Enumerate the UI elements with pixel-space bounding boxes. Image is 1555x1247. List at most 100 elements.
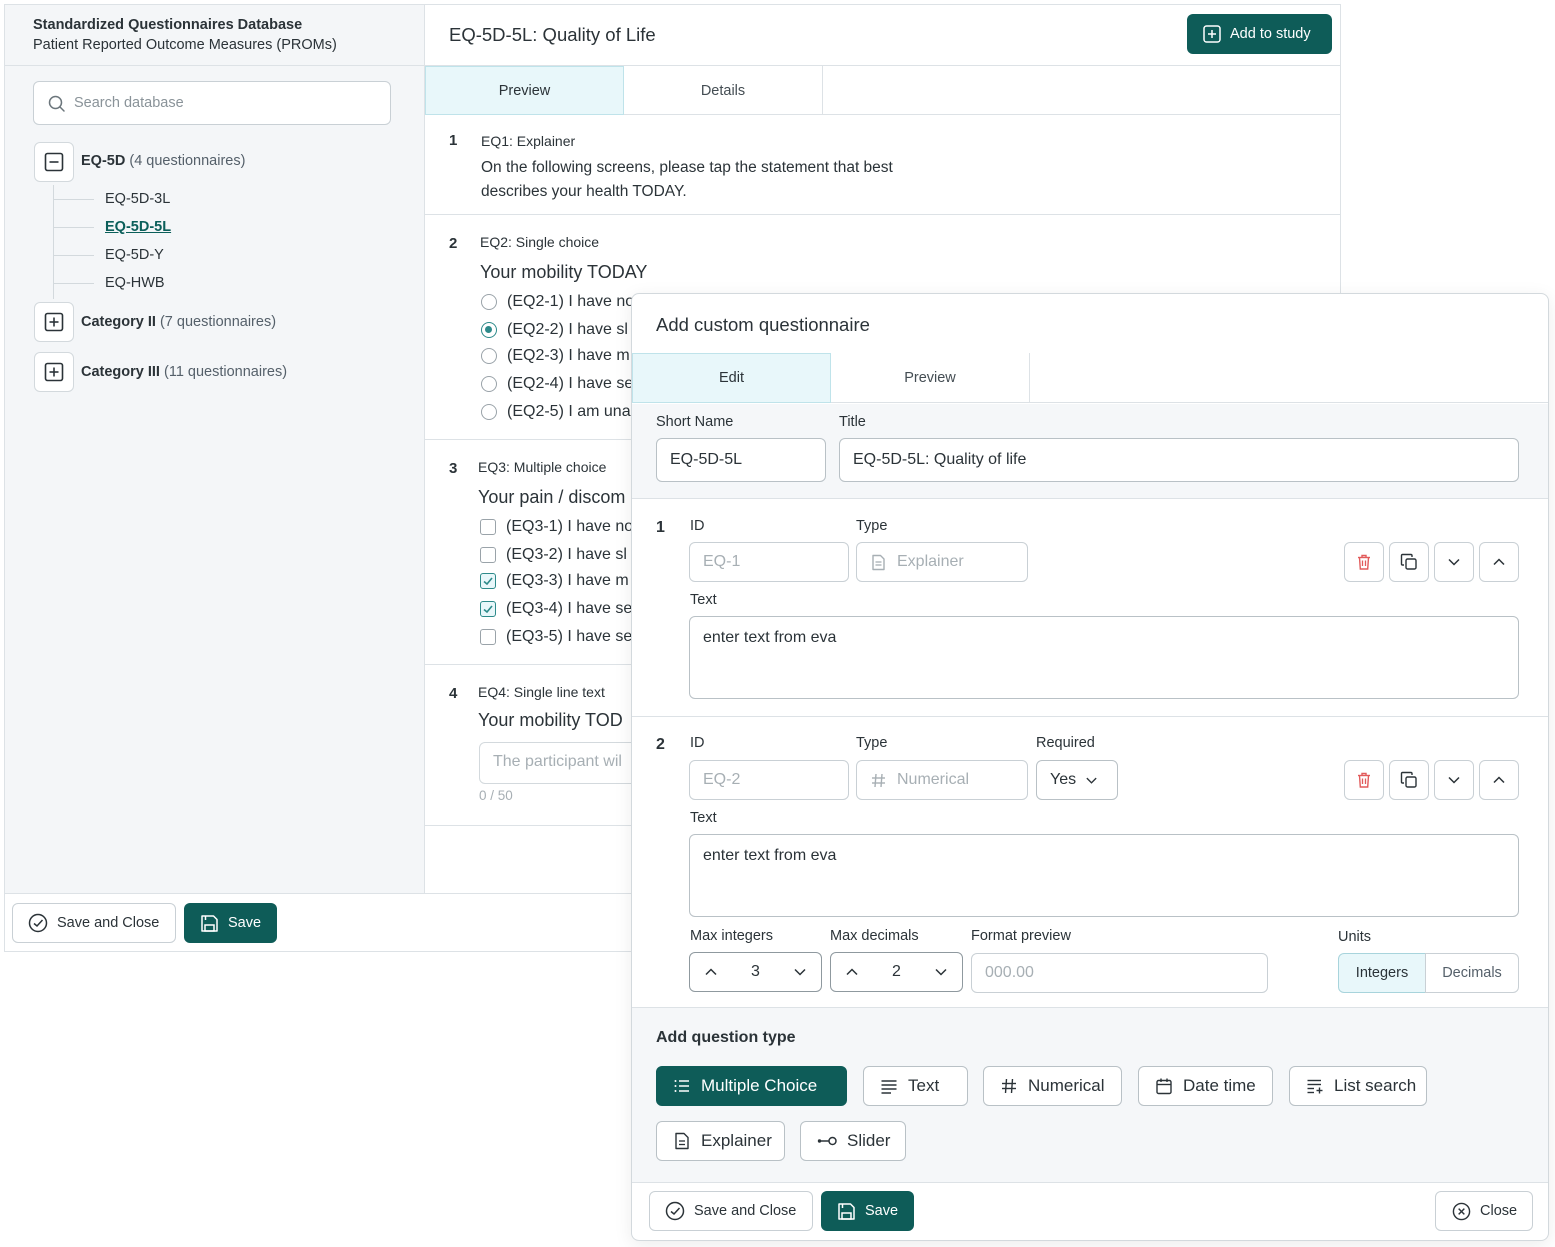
item-type-value: Explainer — [897, 553, 964, 570]
radio-button[interactable] — [481, 348, 497, 364]
radio-option[interactable]: (EQ2-4) I have se — [481, 375, 633, 393]
tree-item-eq5d-3l[interactable]: EQ-5D-3L — [105, 191, 170, 207]
move-up-button[interactable] — [1479, 542, 1519, 582]
add-date-time-button[interactable]: Date time — [1138, 1066, 1273, 1106]
item-type-select[interactable]: Explainer — [856, 542, 1028, 582]
tree-item-eq5d-5l[interactable]: EQ-5D-5L — [105, 219, 171, 235]
title-input[interactable]: EQ-5D-5L: Quality of life — [839, 438, 1519, 482]
checkbox-option[interactable]: (EQ3-3) I have m — [480, 572, 629, 590]
tab-preview[interactable]: Preview — [831, 353, 1030, 403]
chevron-down-icon — [1447, 555, 1461, 569]
max-decimals-label: Max decimals — [830, 928, 919, 944]
radio-option[interactable]: (EQ2-5) I am una — [481, 403, 631, 421]
radio-option[interactable]: (EQ2-3) I have m — [481, 347, 630, 365]
question-number: 1 — [449, 132, 458, 149]
chevron-up-icon[interactable] — [845, 965, 859, 979]
required-label: Required — [1036, 735, 1095, 751]
checkbox-option[interactable]: (EQ3-4) I have se — [480, 600, 632, 618]
radio-button-selected[interactable] — [481, 322, 497, 338]
add-list-search-button[interactable]: List search — [1289, 1066, 1427, 1106]
save-and-close-button[interactable]: Save and Close — [649, 1191, 813, 1231]
move-up-button[interactable] — [1479, 760, 1519, 800]
tree-group-category-ii[interactable]: Category II (7 questionnaires) — [81, 314, 276, 330]
radio-button[interactable] — [481, 404, 497, 420]
plus-square-icon — [44, 362, 64, 382]
checkbox[interactable] — [480, 519, 496, 535]
add-to-study-button[interactable]: Add to study — [1187, 14, 1332, 54]
tree-connector — [54, 283, 94, 284]
item-id-input[interactable]: EQ-2 — [689, 760, 849, 800]
chevron-up-icon[interactable] — [704, 965, 718, 979]
checkbox-option[interactable]: (EQ3-5) I have se — [480, 628, 632, 646]
add-explainer-button[interactable]: Explainer — [656, 1121, 785, 1161]
max-decimals-stepper[interactable]: 2 — [830, 952, 963, 992]
save-button[interactable]: Save — [184, 903, 277, 943]
option-label: (EQ2-4) I have se — [507, 375, 634, 392]
checkbox[interactable] — [480, 629, 496, 645]
duplicate-item-button[interactable] — [1389, 542, 1429, 582]
search-field[interactable] — [33, 81, 391, 125]
add-slider-button[interactable]: Slider — [800, 1121, 906, 1161]
document-icon — [870, 554, 887, 571]
checkbox[interactable] — [480, 547, 496, 563]
checkbox-checked[interactable] — [480, 573, 496, 589]
expand-category-iii-button[interactable] — [34, 352, 74, 392]
chevron-up-icon — [1492, 773, 1506, 787]
floppy-disk-icon — [200, 914, 219, 933]
item-id-input[interactable]: EQ-1 — [689, 542, 849, 582]
save-and-close-button[interactable]: Save and Close — [12, 903, 176, 943]
checkbox-option[interactable]: (EQ3-1) I have no — [480, 518, 633, 536]
add-question-type-heading: Add question type — [656, 1029, 796, 1046]
page-title: EQ-5D-5L: Quality of Life — [449, 24, 656, 45]
save-button[interactable]: Save — [821, 1191, 914, 1231]
tree-item-eq5d-y[interactable]: EQ-5D-Y — [105, 247, 164, 263]
tab-preview[interactable]: Preview — [425, 66, 624, 115]
question-number: 4 — [449, 685, 458, 702]
item-text-area[interactable]: enter text from eva — [689, 834, 1519, 917]
delete-item-button[interactable] — [1344, 542, 1384, 582]
expand-category-ii-button[interactable] — [34, 302, 74, 342]
units-integers-option[interactable]: Integers — [1338, 953, 1426, 993]
add-multiple-choice-button[interactable]: Multiple Choice — [656, 1066, 847, 1106]
units-decimals-option[interactable]: Decimals — [1425, 953, 1519, 993]
add-text-button[interactable]: Text — [863, 1066, 968, 1106]
required-select[interactable]: Yes — [1036, 760, 1118, 800]
option-label: (EQ2-2) I have sl — [507, 321, 628, 338]
move-down-button[interactable] — [1434, 542, 1474, 582]
question-heading: Your mobility TOD — [478, 710, 623, 730]
chevron-down-icon[interactable] — [934, 965, 948, 979]
units-label: Units — [1338, 929, 1372, 945]
radio-option[interactable]: (EQ2-1) I have no — [481, 293, 634, 311]
item-number: 2 — [656, 736, 665, 753]
radio-button[interactable] — [481, 376, 497, 392]
short-name-input[interactable]: EQ-5D-5L — [656, 438, 826, 482]
chevron-down-icon[interactable] — [793, 965, 807, 979]
question-meta: EQ1: Explainer — [481, 133, 576, 149]
tree-group-eq5d[interactable]: EQ-5D (4 questionnaires) — [81, 153, 245, 169]
collapse-eq5d-button[interactable] — [34, 142, 74, 182]
close-button[interactable]: Close — [1435, 1191, 1533, 1231]
option-label: (EQ3-5) I have se — [506, 628, 633, 645]
id-label: ID — [690, 518, 705, 534]
text-label: Text — [690, 592, 717, 608]
tab-details[interactable]: Details — [624, 66, 823, 115]
item-type-select[interactable]: Numerical — [856, 760, 1028, 800]
checkbox-checked[interactable] — [480, 601, 496, 617]
tree-group-category-iii[interactable]: Category III (11 questionnaires) — [81, 364, 287, 380]
delete-item-button[interactable] — [1344, 760, 1384, 800]
question-heading: Your pain / discom — [478, 487, 626, 507]
duplicate-item-button[interactable] — [1389, 760, 1429, 800]
add-numerical-button[interactable]: Numerical — [983, 1066, 1122, 1106]
title-label: Title — [839, 414, 866, 430]
move-down-button[interactable] — [1434, 760, 1474, 800]
radio-option[interactable]: (EQ2-2) I have sl — [481, 321, 628, 339]
radio-button[interactable] — [481, 294, 497, 310]
search-input[interactable] — [74, 92, 374, 114]
close-circle-icon — [1452, 1202, 1471, 1221]
item-text-area[interactable]: enter text from eva — [689, 616, 1519, 699]
checkbox-option[interactable]: (EQ3-2) I have sl — [480, 546, 627, 564]
max-integers-stepper[interactable]: 3 — [689, 952, 822, 992]
tab-edit[interactable]: Edit — [632, 353, 831, 403]
short-name-label: Short Name — [656, 414, 734, 430]
tree-item-eq-hwb[interactable]: EQ-HWB — [105, 275, 165, 291]
